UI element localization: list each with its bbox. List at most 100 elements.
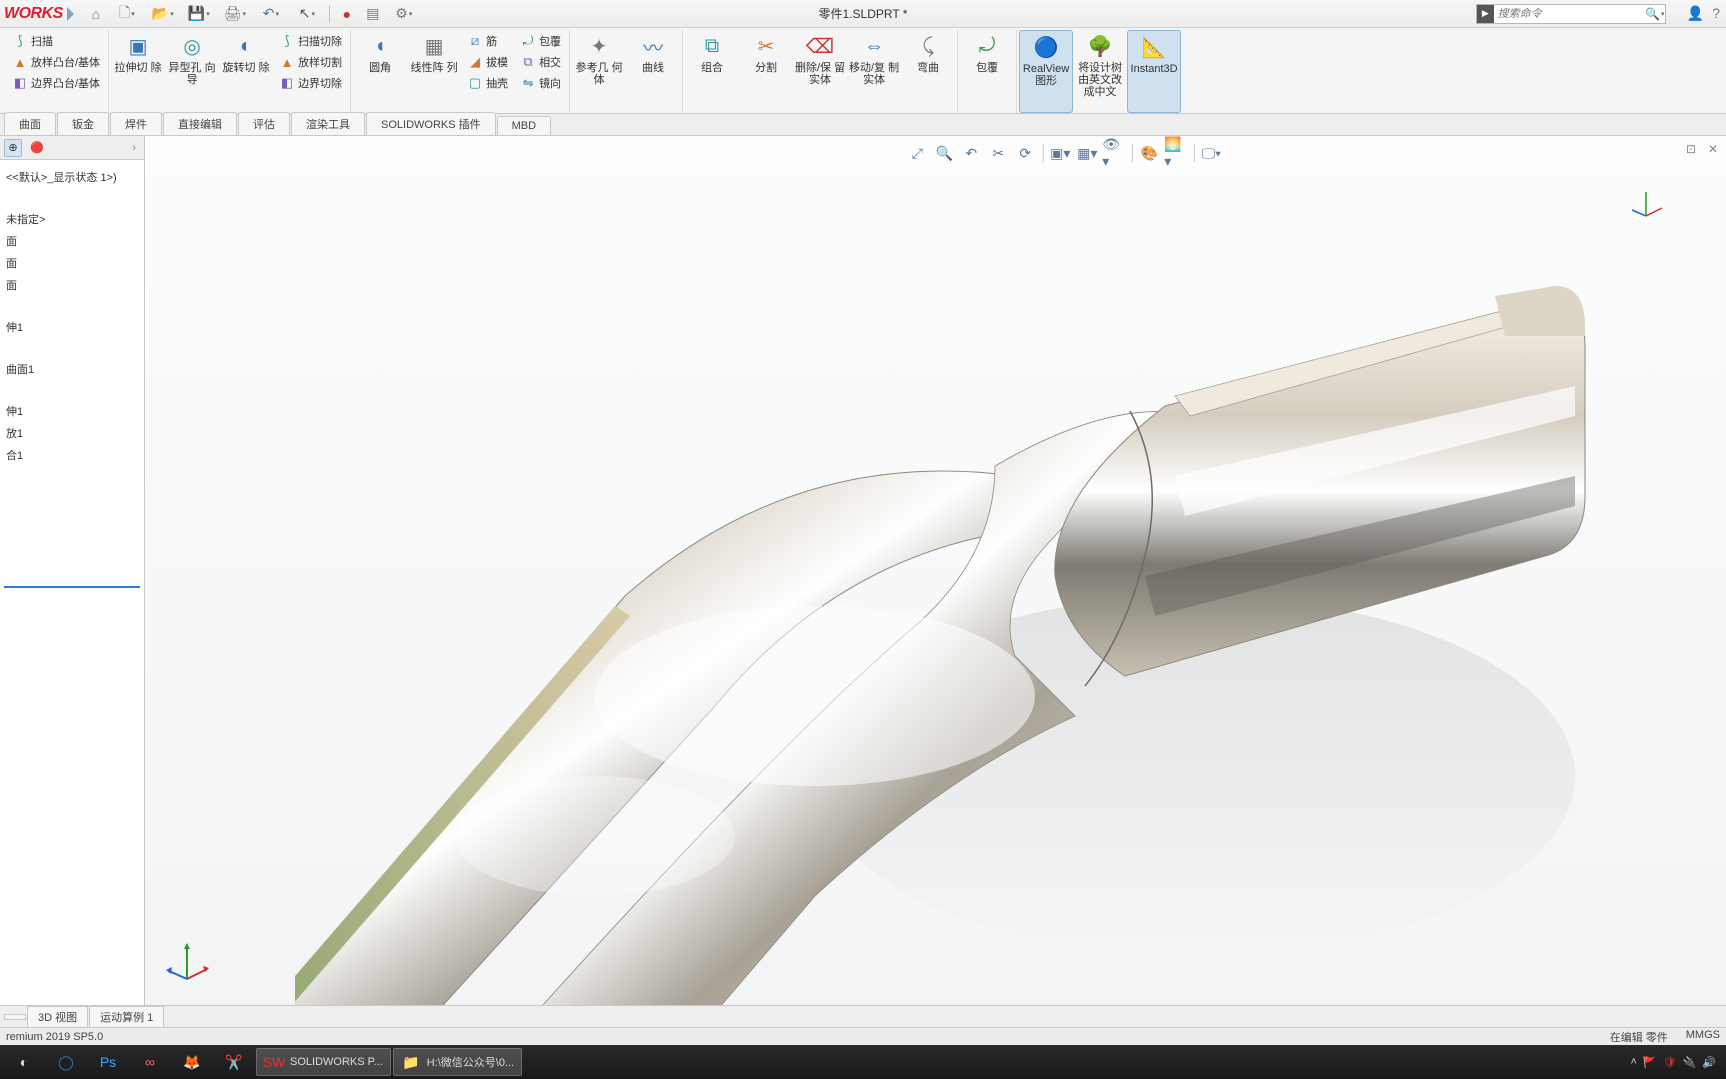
linear-pattern-button[interactable]: ▦线性阵 列: [407, 30, 461, 113]
move-copy-button[interactable]: ⇔移动/复 制实体: [847, 30, 901, 113]
tray-volume-icon[interactable]: 🔊: [1702, 1056, 1716, 1069]
appearance-tab-icon[interactable]: 🔴: [28, 139, 46, 157]
user-icon[interactable]: 👤: [1687, 5, 1704, 22]
ref-geometry-button[interactable]: ✦参考几 何体: [572, 30, 626, 113]
tab-weldments[interactable]: 焊件: [110, 112, 162, 135]
realview-button[interactable]: 🔵RealView 图形: [1019, 30, 1073, 113]
split-button[interactable]: ✂分割: [739, 30, 793, 113]
search-icon[interactable]: 🔍▾: [1645, 7, 1665, 21]
taskbar-app1-icon[interactable]: ∞: [130, 1048, 170, 1076]
tree-feature-1[interactable]: 伸1: [4, 316, 140, 338]
sweep-cut-button[interactable]: ⟆扫描切除: [275, 31, 346, 51]
tree-plane-2[interactable]: 面: [4, 252, 140, 274]
task-pane-arrow-icon[interactable]: [67, 7, 74, 21]
print-button[interactable]: 🖨▾: [218, 3, 252, 25]
design-tree-lang-button[interactable]: 🌳将设计树 由英文改 成中文: [1073, 30, 1127, 113]
revolve-cut-button[interactable]: ◐旋转切 除: [219, 30, 273, 113]
tree-feature-2[interactable]: 曲面1: [4, 358, 140, 380]
search-input[interactable]: [1494, 8, 1645, 20]
loft-cut-button[interactable]: ▲放样切割: [275, 52, 346, 72]
settings-button[interactable]: ⚙▾: [387, 3, 421, 25]
intersect-button[interactable]: ⧉相交: [516, 52, 565, 72]
taskbar-photoshop-icon[interactable]: Ps: [88, 1048, 128, 1076]
new-file-button[interactable]: 🗋▾: [110, 3, 144, 25]
zoom-fit-icon[interactable]: ⤢: [905, 142, 929, 164]
rebuild-button[interactable]: ●: [335, 3, 359, 25]
shell-button[interactable]: ▢抽壳: [463, 73, 512, 93]
fillet-button[interactable]: ◖圆角: [353, 30, 407, 113]
home-icon[interactable]: ⌂: [84, 3, 108, 25]
curves-button[interactable]: 〰曲线: [626, 30, 680, 113]
tab-sw-addins[interactable]: SOLIDWORKS 插件: [366, 112, 496, 135]
undo-button[interactable]: ↶▾: [254, 3, 288, 25]
tree-display-state[interactable]: <<默认>_显示状态 1>): [4, 166, 140, 188]
combine-button[interactable]: ⧉组合: [685, 30, 739, 113]
tab-surface[interactable]: 曲面: [4, 112, 56, 135]
view-tab-model[interactable]: [4, 1014, 26, 1020]
system-tray[interactable]: ˄ 🚩 🛡 🔌 🔊: [1630, 1056, 1722, 1069]
select-button[interactable]: ↖▾: [290, 3, 324, 25]
tab-evaluate[interactable]: 评估: [238, 112, 290, 135]
graphics-viewport[interactable]: ⤢ 🔍 ↶ ✂ ⟳ ▣▾ ▦▾ 👁▾ 🎨 🌅▾ 🖵▾ ⊡ ✕: [145, 136, 1726, 1005]
search-play-icon[interactable]: ▶: [1477, 5, 1494, 23]
feature-tree-tab-icon[interactable]: ⊕: [4, 139, 22, 157]
taskbar-solidworks-button[interactable]: SWSOLIDWORKS P...: [256, 1048, 391, 1076]
loft-boss-button[interactable]: ▲放样凸台/基体: [8, 52, 104, 72]
prev-view-icon[interactable]: ↶: [959, 142, 983, 164]
tray-power-icon[interactable]: 🔌: [1683, 1056, 1697, 1069]
tray-shield-icon[interactable]: 🛡: [1663, 1056, 1677, 1069]
start-button[interactable]: ◐: [4, 1048, 44, 1076]
boundary-cut-button[interactable]: ◧边界切除: [275, 73, 346, 93]
hole-wizard-button[interactable]: ◎异型孔 向导: [165, 30, 219, 113]
apply-scene-icon[interactable]: 🌅▾: [1164, 142, 1188, 164]
taskbar-cortana-icon[interactable]: ◯: [46, 1048, 86, 1076]
zoom-area-icon[interactable]: 🔍: [932, 142, 956, 164]
instant3d-button[interactable]: 📐Instant3D: [1127, 30, 1181, 113]
tree-rollback-bar[interactable]: [4, 586, 140, 588]
save-button[interactable]: 💾▾: [182, 3, 216, 25]
rib-button[interactable]: ⧄筋: [463, 31, 512, 51]
display-style-icon[interactable]: ▦▾: [1075, 142, 1099, 164]
open-file-button[interactable]: 📂▾: [146, 3, 180, 25]
taskbar-explorer-button[interactable]: 📁H:\微信公众号\0...: [393, 1048, 522, 1076]
view-orientation-icon[interactable]: ▣▾: [1048, 142, 1072, 164]
taskbar-snip-icon[interactable]: ✂️: [214, 1048, 254, 1076]
help-icon[interactable]: ?: [1712, 5, 1720, 22]
wrap-button[interactable]: ⤾包覆: [516, 31, 565, 51]
search-command-box[interactable]: ▶ 🔍▾: [1476, 4, 1666, 24]
tree-plane-1[interactable]: 面: [4, 230, 140, 252]
wrap2-button[interactable]: ⤾包覆: [960, 30, 1014, 113]
tree-feature-5[interactable]: 合1: [4, 444, 140, 466]
view-tab-3d[interactable]: 3D 视图: [27, 1006, 88, 1028]
edit-appearance-icon[interactable]: 🎨: [1137, 142, 1161, 164]
tab-direct-edit[interactable]: 直接编辑: [163, 112, 237, 135]
tab-sheet-metal[interactable]: 钣金: [57, 112, 109, 135]
mirror-button[interactable]: ⇋镜向: [516, 73, 565, 93]
view-tab-motion[interactable]: 运动算例 1: [89, 1006, 164, 1028]
tree-feature-4[interactable]: 放1: [4, 422, 140, 444]
status-units[interactable]: MMGS: [1686, 1029, 1720, 1045]
tray-up-icon[interactable]: ˄: [1630, 1056, 1636, 1068]
tab-render[interactable]: 渲染工具: [291, 112, 365, 135]
boundary-boss-button[interactable]: ◧边界凸台/基体: [8, 73, 104, 93]
bend-button[interactable]: ⤹弯曲: [901, 30, 955, 113]
panel-expand-icon[interactable]: ›: [128, 142, 140, 154]
viewport-close-icon[interactable]: ✕: [1704, 140, 1722, 158]
section-view-icon[interactable]: ✂: [986, 142, 1010, 164]
taskbar-app2-icon[interactable]: 🦊: [172, 1048, 212, 1076]
tree-feature-3[interactable]: 伸1: [4, 400, 140, 422]
view-settings-icon[interactable]: 🖵▾: [1199, 142, 1223, 164]
dynamic-zoom-icon[interactable]: ⟳: [1013, 142, 1037, 164]
delete-keep-button[interactable]: ⌫删除/保 留实体: [793, 30, 847, 113]
orientation-triad-icon[interactable]: [163, 939, 211, 987]
tray-flag-icon[interactable]: 🚩: [1643, 1056, 1657, 1069]
sweep-boss-button[interactable]: ⟆扫描: [8, 31, 104, 51]
tree-unspecified[interactable]: 未指定>: [4, 208, 140, 230]
options-icon[interactable]: ▤: [361, 3, 385, 25]
hide-show-icon[interactable]: 👁▾: [1102, 142, 1126, 164]
extrude-cut-button[interactable]: ▣拉伸切 除: [111, 30, 165, 113]
draft-button[interactable]: ◢拔模: [463, 52, 512, 72]
tab-mbd[interactable]: MBD: [497, 116, 551, 135]
tree-plane-3[interactable]: 面: [4, 274, 140, 296]
viewport-menu-icon[interactable]: ⊡: [1682, 140, 1700, 158]
